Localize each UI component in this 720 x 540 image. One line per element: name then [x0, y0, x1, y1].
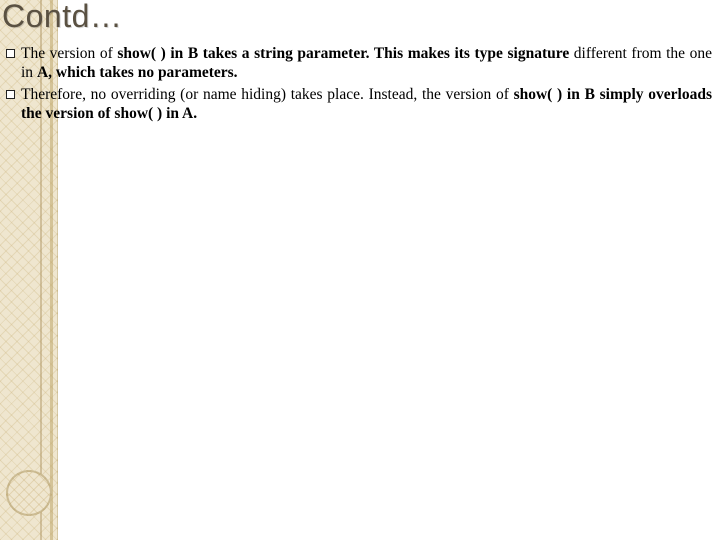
ornament-circle [6, 470, 52, 516]
bullet-text: Therefore, no overriding (or name hiding… [21, 85, 712, 124]
slide-title: Contd… [2, 0, 122, 35]
bullet-marker-icon [6, 49, 15, 58]
bullet-item: The version of show( ) in B takes a stri… [6, 44, 712, 83]
slide-body: The version of show( ) in B takes a stri… [6, 44, 712, 126]
bullet-marker-icon [6, 90, 15, 99]
bullet-text: The version of show( ) in B takes a stri… [21, 44, 712, 83]
bullet-item: Therefore, no overriding (or name hiding… [6, 85, 712, 124]
